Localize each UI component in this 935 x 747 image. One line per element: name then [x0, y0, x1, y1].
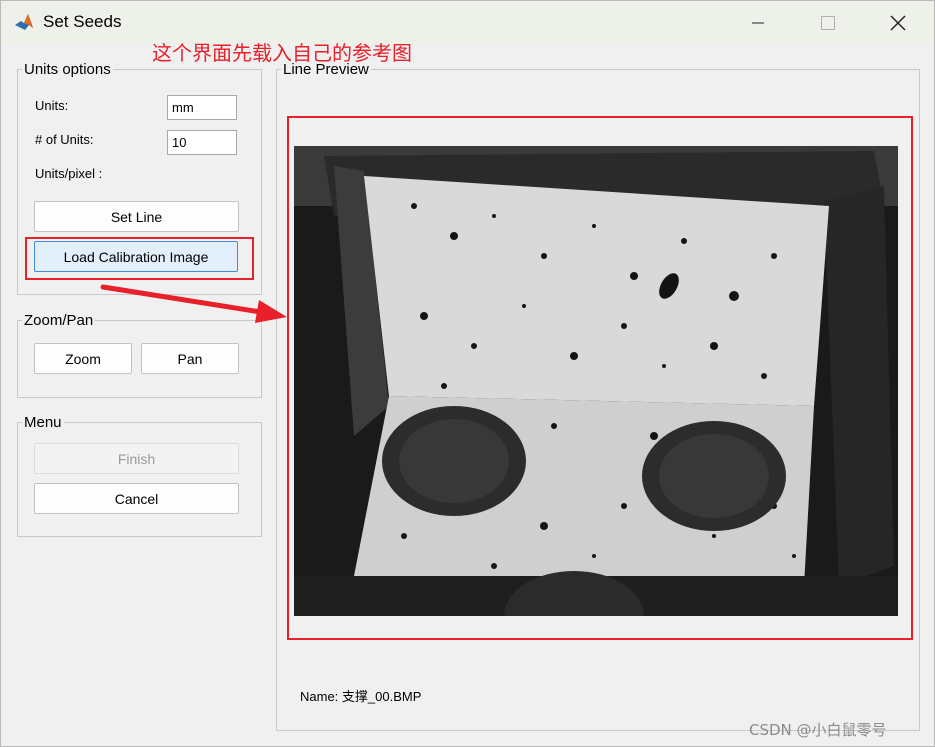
title-bar: Set Seeds [1, 1, 934, 45]
close-button[interactable] [875, 7, 921, 39]
load-button-highlight-box [25, 237, 254, 280]
maximize-button[interactable] [805, 7, 851, 39]
watermark-text: CSDN @小白鼠零号 [749, 721, 887, 739]
menu-panel: Menu [17, 414, 262, 537]
num-units-label: # of Units: [35, 132, 94, 147]
num-units-input[interactable] [167, 130, 237, 155]
line-preview-legend: Line Preview [283, 61, 369, 78]
close-icon [890, 15, 906, 31]
menu-legend: Menu [24, 414, 62, 431]
units-label: Units: [35, 98, 69, 113]
zoom-pan-legend: Zoom/Pan [24, 312, 94, 329]
units-input[interactable] [167, 95, 237, 120]
red-arrow-icon [100, 284, 287, 323]
finish-button: Finish [34, 443, 239, 474]
set-seeds-window: Set Seeds 这个界面先载入自己的参考图 Units options Un… [0, 0, 935, 747]
units-per-pixel-label: Units/pixel : [35, 166, 103, 181]
minimize-icon [752, 22, 764, 24]
units-options-legend: Units options [24, 61, 111, 78]
minimize-button[interactable] [735, 7, 781, 39]
set-line-button[interactable]: Set Line [34, 201, 239, 232]
preview-highlight-box [287, 116, 913, 640]
image-name-label: Name: 支撑_00.BMP [300, 689, 422, 704]
zoom-button[interactable]: Zoom [34, 343, 132, 374]
cancel-button[interactable]: Cancel [34, 483, 239, 514]
matlab-logo-icon [14, 12, 34, 32]
window-title: Set Seeds [43, 12, 122, 31]
pan-button[interactable]: Pan [141, 343, 239, 374]
maximize-icon [821, 16, 835, 30]
